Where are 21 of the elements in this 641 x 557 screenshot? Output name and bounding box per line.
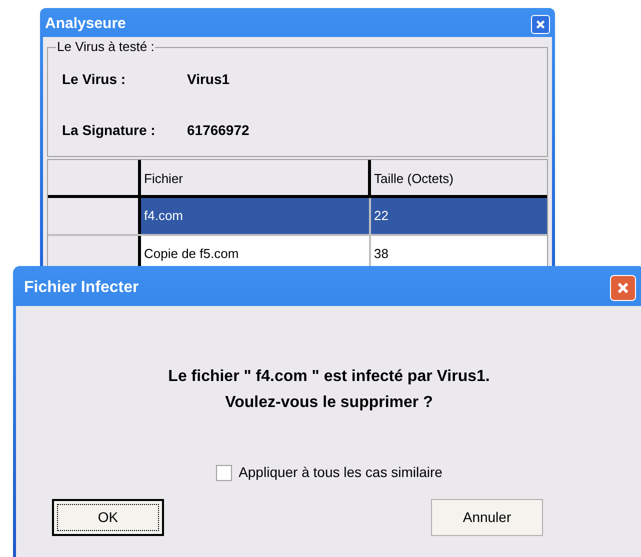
checkbox[interactable]: [216, 464, 232, 480]
column-header[interactable]: Taille (Octets): [371, 160, 547, 195]
row-header-cell[interactable]: [48, 198, 141, 234]
field-label: La Signature :: [62, 121, 156, 140]
table-cell: 22: [371, 198, 547, 234]
close-icon: [535, 18, 546, 30]
dialog-button[interactable]: OK: [52, 499, 164, 536]
close-button[interactable]: [610, 274, 636, 300]
message-text: Le fichier " f4.com " est infecté par Virus1.: [168, 367, 490, 387]
close-button[interactable]: [531, 14, 550, 34]
column-header[interactable]: Fichier: [141, 160, 371, 195]
field-value: Virus1: [187, 70, 230, 89]
table-cell: f4.com: [141, 198, 371, 234]
dialog-button[interactable]: Annuler: [431, 499, 543, 536]
checkbox-label: Appliquer à tous les cas similaire: [238, 463, 442, 482]
field-value: 61766972: [187, 121, 250, 140]
window-title: Analyseure: [45, 14, 126, 34]
close-icon: [616, 280, 630, 294]
dialog-title: Fichier Infecter: [24, 278, 139, 298]
message-text: Voulez-vous le supprimer ?: [225, 393, 433, 413]
field-label: Le Virus :: [62, 70, 127, 89]
